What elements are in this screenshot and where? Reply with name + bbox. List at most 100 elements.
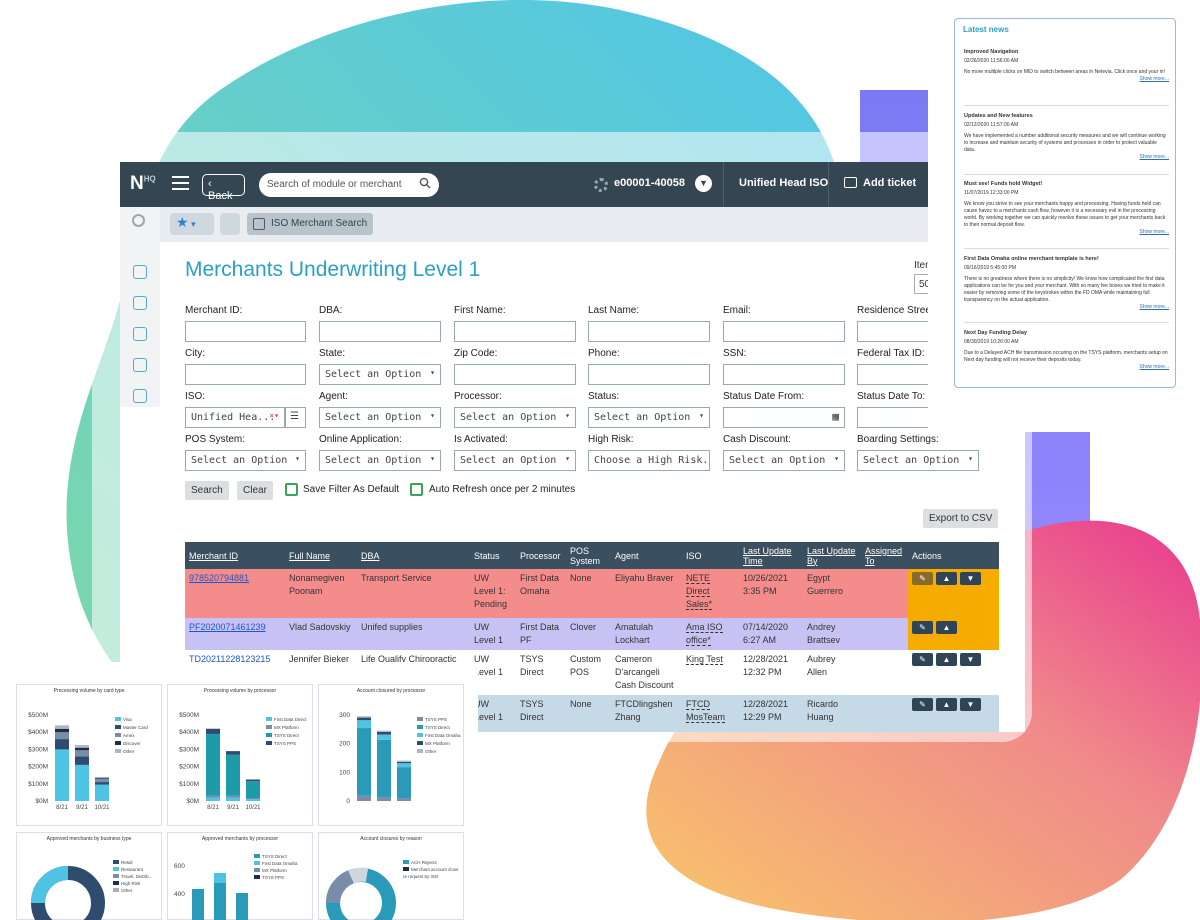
gear-icon[interactable] [594, 178, 608, 192]
back-button[interactable]: ‹ Back [202, 174, 245, 202]
news-item: Updates and New features 02/12/2020 11:5… [964, 113, 1169, 161]
thumbs-down-icon[interactable]: ▼ [960, 698, 981, 711]
col-assigned-to[interactable]: Assigned To [861, 542, 908, 569]
edit-icon[interactable]: ✎ [912, 572, 933, 585]
edit-icon[interactable]: ✎ [912, 653, 933, 666]
col-dba[interactable]: DBA [357, 542, 470, 569]
iso-link[interactable]: FTCD MosTeam [686, 699, 726, 723]
ticket-icon[interactable] [844, 177, 857, 188]
export-csv-button[interactable]: Export to CSV [923, 509, 999, 528]
is-activated-select[interactable]: Select an Option ▾ [454, 450, 576, 471]
favorites-button[interactable]: ★ ▾ [170, 213, 214, 235]
news-item: Improved Navigation 02/26/2020 11:56:00 … [964, 49, 1169, 83]
ssn-input[interactable] [723, 364, 845, 385]
col-pos-system[interactable]: POS System [566, 542, 611, 569]
agent-cell: Amatulah Lockhart [611, 618, 682, 650]
show-more-link[interactable]: Show more... [964, 154, 1169, 161]
status-date-to-label: Status Date To: [857, 391, 926, 402]
thumbs-down-icon[interactable]: ▼ [960, 653, 981, 666]
pos-system-select[interactable]: Select an Option ▾ [185, 450, 306, 471]
boarding-select[interactable]: Select an Option ▾ [857, 450, 979, 471]
table-row[interactable]: 978520794881 Nonamegiven Poonam Transpor… [185, 569, 999, 618]
iso-select[interactable]: Unified Hea... ✕▾ [185, 407, 285, 428]
bar-segment [206, 728, 220, 734]
thumbs-up-icon[interactable]: ▲ [936, 653, 957, 666]
show-more-link[interactable]: Show more... [964, 76, 1169, 83]
chat-icon[interactable] [133, 358, 147, 372]
bar-segment [95, 784, 109, 801]
col-status[interactable]: Status [470, 542, 516, 569]
iso-name[interactable]: Unified Head ISO [739, 177, 828, 189]
last-name-input[interactable] [588, 321, 710, 342]
save-filter-checkbox[interactable] [285, 483, 298, 496]
show-more-link[interactable]: Show more... [964, 304, 1169, 311]
col-processor[interactable]: Processor [516, 542, 566, 569]
package-icon[interactable] [133, 389, 147, 403]
search-button[interactable]: Search [185, 481, 229, 500]
status-select[interactable]: Select an Option ▾ [588, 407, 710, 428]
thumbs-down-icon[interactable]: ▼ [960, 572, 981, 585]
col-merchant-id[interactable]: Merchant ID [185, 542, 285, 569]
legend-label: Visa [123, 717, 132, 722]
merchant-id-input[interactable] [185, 321, 306, 342]
city-input[interactable] [185, 364, 306, 385]
high-risk-select[interactable]: Choose a High Risk.. [588, 450, 710, 471]
status-cell: UW Level 1: Pending [470, 569, 516, 618]
merchant-id-link[interactable]: 978520794881 [189, 573, 249, 583]
grid-icon[interactable] [133, 296, 147, 310]
thumbs-up-icon[interactable]: ▲ [936, 698, 957, 711]
col-iso[interactable]: ISO [682, 542, 739, 569]
dba-input[interactable] [319, 321, 441, 342]
col-full-name[interactable]: Full Name [285, 542, 357, 569]
col-last-update-by[interactable]: Last Update By [803, 542, 861, 569]
processor-select[interactable]: Select an Option ▾ [454, 407, 576, 428]
iso-link[interactable]: Ama ISO office* [686, 622, 723, 646]
table-row[interactable]: PF2020071461239 Vlad Sadovskiy Unifed su… [185, 618, 999, 650]
thumbs-up-icon[interactable]: ▲ [936, 621, 957, 634]
show-more-link[interactable]: Show more... [964, 229, 1169, 236]
edit-icon[interactable]: ✎ [912, 698, 933, 711]
clear-button[interactable]: Clear [237, 481, 273, 500]
edit-icon[interactable]: ✎ [912, 621, 933, 634]
bar-segment [206, 795, 220, 798]
app-window: NHQ ‹ Back Search of module or merchant … [120, 162, 1025, 732]
legend-label: Master Card [123, 725, 148, 730]
y-tick-label: $100M [179, 781, 199, 788]
search-icon[interactable] [132, 214, 145, 227]
first-name-label: First Name: [454, 305, 506, 316]
zip-input[interactable] [454, 364, 576, 385]
iso-link[interactable]: NETE Direct Sales* [686, 573, 713, 610]
col-last-update-time[interactable]: Last Update Time [739, 542, 803, 569]
agent-select[interactable]: Select an Option ▾ [319, 407, 441, 428]
phone-input[interactable] [588, 364, 710, 385]
y-tick-label: $100M [28, 781, 48, 788]
blank-button[interactable] [220, 213, 240, 235]
merchant-id-link[interactable]: PF2020071461239 [189, 622, 266, 632]
search-input[interactable]: Search of module or merchant [259, 173, 439, 197]
chevron-down-icon[interactable]: ▼ [695, 175, 712, 192]
bar-segment [95, 777, 109, 779]
auto-refresh-checkbox[interactable] [410, 483, 423, 496]
breadcrumb[interactable]: ISO Merchant Search [247, 213, 374, 235]
thumbs-up-icon[interactable]: ▲ [936, 572, 957, 585]
email-input[interactable] [723, 321, 845, 342]
list-icon[interactable]: ☰ [285, 407, 306, 428]
page-title: Merchants Underwriting Level 1 [185, 258, 481, 281]
app-logo[interactable]: NHQ [130, 173, 156, 195]
home-icon[interactable] [133, 265, 147, 279]
legend-swatch [115, 717, 121, 721]
building-icon[interactable] [133, 327, 147, 341]
auto-refresh-label: Auto Refresh once per 2 minutes [429, 484, 576, 495]
add-ticket-button[interactable]: Add ticket [863, 177, 916, 189]
state-select[interactable]: Select an Option ▾ [319, 364, 441, 385]
phone-label: Phone: [588, 348, 620, 359]
cash-discount-select[interactable]: Select an Option ▾ [723, 450, 845, 471]
col-agent[interactable]: Agent [611, 542, 682, 569]
bar-segment [95, 776, 109, 778]
show-more-link[interactable]: Show more... [964, 364, 1169, 371]
menu-icon[interactable] [172, 176, 189, 190]
online-app-select[interactable]: Select an Option ▾ [319, 450, 441, 471]
first-name-input[interactable] [454, 321, 576, 342]
iso-link[interactable]: King Test [686, 654, 723, 665]
status-date-from-input[interactable]: ▦ [723, 407, 845, 428]
